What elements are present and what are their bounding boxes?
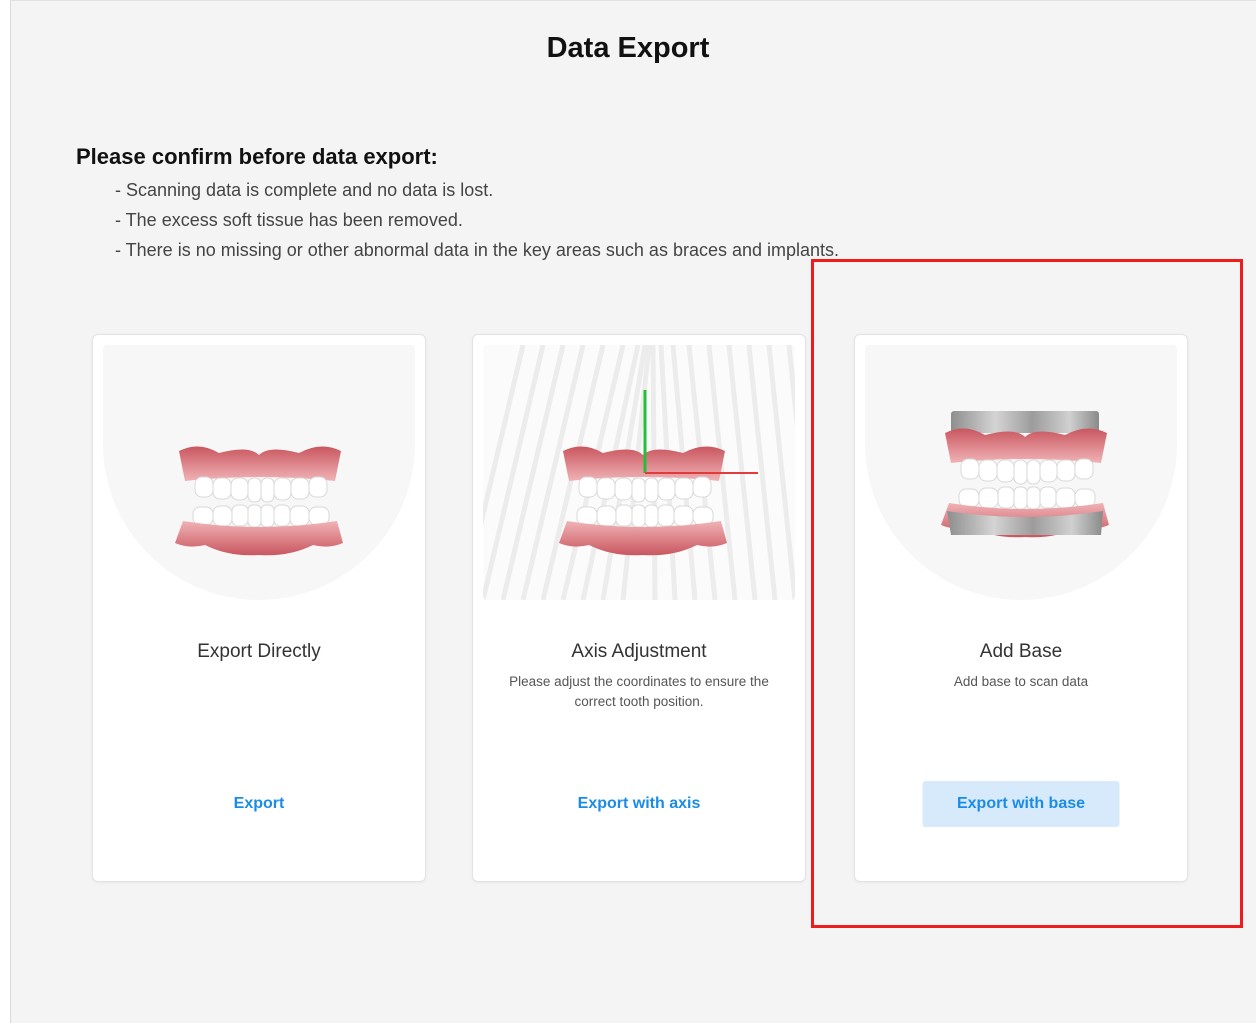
export-directly-card[interactable]: Export Directly Export [92, 334, 426, 882]
confirm-checklist: - Scanning data is complete and no data … [115, 178, 839, 268]
export-with-base-button[interactable]: Export with base [922, 781, 1120, 827]
card-title: Export Directly [197, 641, 321, 662]
checklist-item: - There is no missing or other abnormal … [115, 240, 840, 260]
checklist-item: - The excess soft tissue has been remove… [115, 210, 463, 230]
add-base-card[interactable]: Add Base Add base to scan data Export wi… [854, 334, 1188, 882]
card-title: Add Base [979, 641, 1063, 662]
export-with-axis-button[interactable]: Export with axis [548, 781, 731, 827]
card-description: Add base to scan data [953, 674, 1089, 689]
teeth-model-icon [103, 345, 415, 600]
confirm-heading: Please confirm before data export: [76, 144, 438, 169]
teeth-with-base-icon [865, 345, 1177, 600]
teeth-with-axis-icon [483, 345, 795, 600]
page-title: Data Export [546, 32, 710, 64]
card-description: Please adjust the coordinates to ensure … [509, 674, 769, 709]
axis-adjustment-card[interactable]: Axis Adjustment Please adjust the coordi… [472, 334, 806, 882]
checklist-item: - Scanning data is complete and no data … [115, 180, 494, 200]
card-title: Axis Adjustment [571, 641, 707, 662]
export-button[interactable]: Export [204, 781, 315, 827]
